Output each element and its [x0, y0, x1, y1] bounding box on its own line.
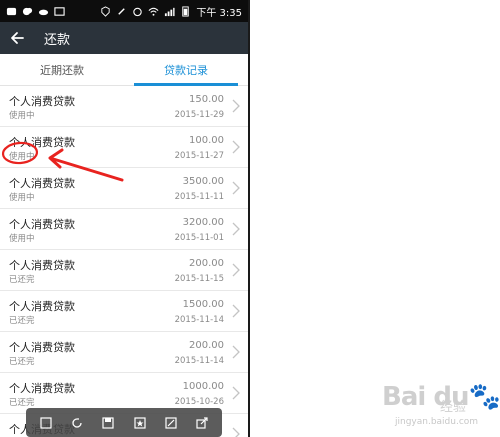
- list-item[interactable]: 个人消费贷款 使用中 3200.00 2015-11-01: [0, 209, 248, 250]
- loan-name: 个人消费贷款: [9, 177, 75, 190]
- loan-amount: 1000.00: [182, 381, 224, 392]
- alarm-icon: [133, 7, 143, 16]
- crop-icon[interactable]: [39, 416, 53, 430]
- list-item[interactable]: 个人消费贷款 已还完 200.00 2015-11-14: [0, 332, 248, 373]
- signal-icon: [165, 7, 175, 16]
- loan-date: 2015-11-27: [174, 151, 224, 161]
- loan-date: 2015-11-14: [174, 356, 224, 366]
- loan-status: 使用中: [9, 234, 35, 244]
- loan-amount: 100.00: [189, 135, 224, 146]
- loan-date: 2015-11-14: [174, 315, 224, 325]
- loan-date: 2015-11-01: [174, 233, 224, 243]
- loan-name: 个人消费贷款: [9, 136, 75, 149]
- chevron-right-icon: [232, 386, 240, 400]
- loan-status: 已还完: [9, 357, 35, 367]
- loan-amount: 150.00: [189, 94, 224, 105]
- rotate-icon[interactable]: [70, 416, 84, 430]
- share-icon[interactable]: [195, 416, 209, 430]
- image-icon: [54, 6, 65, 16]
- watermark-url: jingyan.baidu.com: [395, 417, 479, 427]
- phone-screen: 下午 3:35 还款 近期还款 贷款记录 个人消费贷款 使用中 150.00 2…: [0, 0, 250, 437]
- loan-status: 使用中: [9, 152, 35, 162]
- loan-name: 个人消费贷款: [9, 95, 75, 108]
- list-item[interactable]: 个人消费贷款 使用中 3500.00 2015-11-11: [0, 168, 248, 209]
- list-item[interactable]: 个人消费贷款 使用中 100.00 2015-11-27: [0, 127, 248, 168]
- paw-icon: 🐾: [468, 382, 500, 412]
- chevron-right-icon: [232, 263, 240, 277]
- edit-icon[interactable]: [164, 416, 178, 430]
- loan-name: 个人消费贷款: [9, 382, 75, 395]
- loan-status: 使用中: [9, 111, 35, 121]
- save-icon[interactable]: [101, 416, 115, 430]
- watermark-text: 经验: [440, 400, 467, 415]
- loan-name: 个人消费贷款: [9, 300, 75, 313]
- cloud-icon: [38, 9, 49, 15]
- loan-date: 2015-11-11: [174, 192, 224, 202]
- loan-amount: 200.00: [189, 340, 224, 351]
- loan-name: 个人消费贷款: [9, 218, 75, 231]
- battery-icon: [182, 5, 190, 17]
- tab-bar: 近期还款 贷款记录: [0, 54, 248, 86]
- loan-amount: 3500.00: [182, 176, 224, 187]
- chat-icon: [22, 7, 33, 15]
- status-bar: 下午 3:35: [0, 0, 248, 22]
- loan-status: 使用中: [9, 193, 35, 203]
- wifi-icon: [148, 7, 159, 16]
- page-title: 还款: [44, 32, 71, 48]
- loan-amount: 3200.00: [182, 217, 224, 228]
- chevron-right-icon: [232, 427, 240, 437]
- loan-status: 已还完: [9, 398, 35, 408]
- loan-amount: 200.00: [189, 258, 224, 269]
- tab-recent-repayment[interactable]: 近期还款: [0, 54, 124, 85]
- notification-icon: [6, 7, 17, 15]
- chevron-right-icon: [232, 345, 240, 359]
- list-item[interactable]: 个人消费贷款 已还完 1500.00 2015-11-14: [0, 291, 248, 332]
- loan-list: 个人消费贷款 使用中 150.00 2015-11-29 个人消费贷款 使用中 …: [0, 86, 248, 437]
- list-item[interactable]: 个人消费贷款 已还完 200.00 2015-11-15: [0, 250, 248, 291]
- loan-date: 2015-11-29: [174, 110, 224, 120]
- shield-icon: [101, 5, 110, 17]
- star-icon[interactable]: [133, 416, 147, 430]
- link-icon: [118, 7, 126, 15]
- chevron-right-icon: [232, 222, 240, 236]
- loan-amount: 1500.00: [182, 299, 224, 310]
- loan-date: 2015-10-26: [174, 397, 224, 407]
- chevron-right-icon: [232, 304, 240, 318]
- app-bar: 还款: [0, 22, 248, 54]
- chevron-right-icon: [232, 181, 240, 195]
- loan-name: 个人消费贷款: [9, 341, 75, 354]
- chevron-right-icon: [232, 140, 240, 154]
- loan-status: 已还完: [9, 275, 35, 285]
- chevron-right-icon: [232, 99, 240, 113]
- floating-toolbar: [26, 408, 222, 437]
- tab-loan-records[interactable]: 贷款记录: [124, 54, 248, 86]
- list-item[interactable]: 个人消费贷款 使用中 150.00 2015-11-29: [0, 86, 248, 127]
- loan-status: 已还完: [9, 316, 35, 326]
- loan-date: 2015-11-15: [174, 274, 224, 284]
- back-arrow-icon[interactable]: [8, 28, 28, 48]
- status-time: 下午 3:35: [196, 7, 242, 19]
- loan-name: 个人消费贷款: [9, 259, 75, 272]
